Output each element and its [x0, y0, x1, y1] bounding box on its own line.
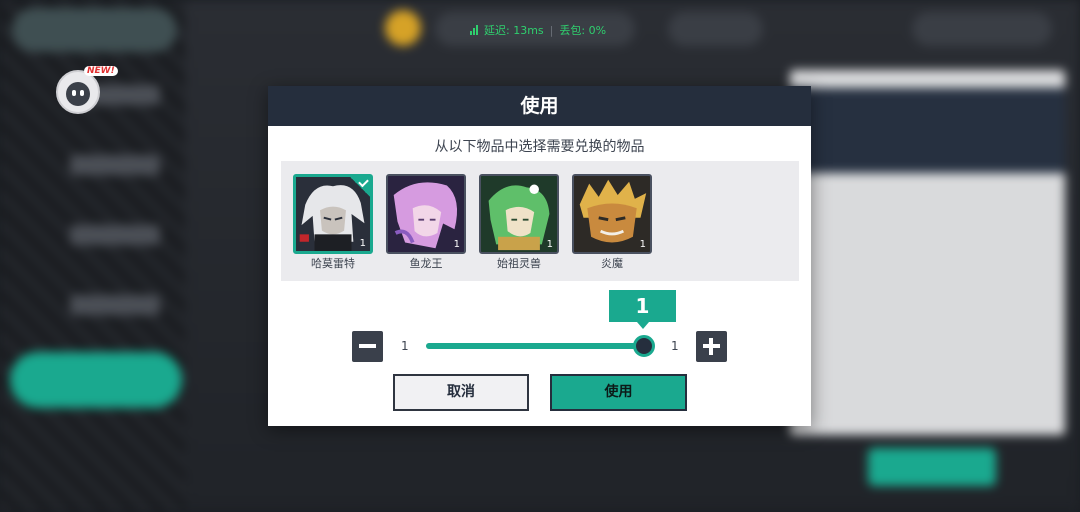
item-count: 1	[359, 238, 366, 249]
item-frame: 1	[293, 174, 373, 254]
right-panel-button	[868, 448, 996, 486]
use-button[interactable]: 使用	[550, 374, 687, 411]
signal-icon	[470, 25, 478, 35]
item-name: 哈莫雷特	[311, 257, 355, 270]
decrease-button[interactable]	[352, 331, 383, 362]
avatar-face-icon	[66, 82, 90, 106]
item-frame: 1	[479, 174, 559, 254]
top-right-pill	[912, 12, 1052, 46]
increase-button[interactable]	[696, 331, 727, 362]
dialog-subtitle: 从以下物品中选择需要兑换的物品	[434, 139, 645, 155]
quantity-slider[interactable]	[426, 343, 644, 349]
use-item-dialog: 使用 从以下物品中选择需要兑换的物品 1 哈莫雷特 1 鱼龙王 1 始祖灵兽 1…	[268, 86, 811, 426]
menu-item-active	[10, 352, 182, 408]
item-card-harmonet[interactable]: 1 哈莫雷特	[291, 174, 375, 272]
menu-item	[70, 155, 160, 175]
item-frame: 1	[386, 174, 466, 254]
network-status: 延迟: 13ms | 丢包: 0%	[470, 16, 606, 44]
quantity-max: 1	[671, 339, 679, 353]
divider: |	[549, 23, 554, 37]
item-count: 1	[639, 239, 646, 250]
item-name: 炎魔	[601, 257, 623, 270]
packet-loss-text: 丢包: 0%	[559, 24, 607, 37]
item-card-flame-demon[interactable]: 1 炎魔	[570, 174, 654, 272]
item-card-ancestral-spirit-beast[interactable]: 1 始祖灵兽	[477, 174, 561, 272]
quantity-min: 1	[401, 339, 409, 353]
item-frame: 1	[572, 174, 652, 254]
item-list: 1 哈莫雷特 1 鱼龙王 1 始祖灵兽 1 炎魔	[281, 161, 799, 281]
item-card-fish-dragon-king[interactable]: 1 鱼龙王	[384, 174, 468, 272]
latency-text: 延迟: 13ms	[484, 24, 544, 37]
item-name: 始祖灵兽	[497, 257, 541, 270]
item-count: 1	[453, 239, 460, 250]
avatar-badge[interactable]	[56, 70, 100, 114]
quantity-slider-fill	[426, 343, 644, 349]
dialog-title: 使用	[268, 86, 811, 126]
check-icon	[349, 177, 370, 198]
pet-portrait-icon	[481, 176, 557, 252]
pet-portrait-icon	[388, 176, 464, 252]
cancel-button[interactable]: 取消	[393, 374, 529, 411]
new-badge: NEW!	[84, 66, 118, 76]
right-panel-header	[790, 88, 1065, 173]
menu-item	[70, 225, 160, 245]
coin-icon	[385, 10, 421, 46]
quantity-slider-thumb[interactable]	[633, 335, 655, 357]
item-count: 1	[546, 239, 553, 250]
minus-icon	[359, 344, 376, 348]
item-name: 鱼龙王	[409, 257, 443, 270]
profile-bubble	[12, 8, 177, 52]
currency-pill	[668, 12, 763, 46]
quantity-value-bubble: 1	[609, 290, 676, 329]
menu-item	[70, 295, 160, 315]
plus-icon-vertical	[709, 338, 713, 355]
pet-portrait-icon	[574, 176, 650, 252]
